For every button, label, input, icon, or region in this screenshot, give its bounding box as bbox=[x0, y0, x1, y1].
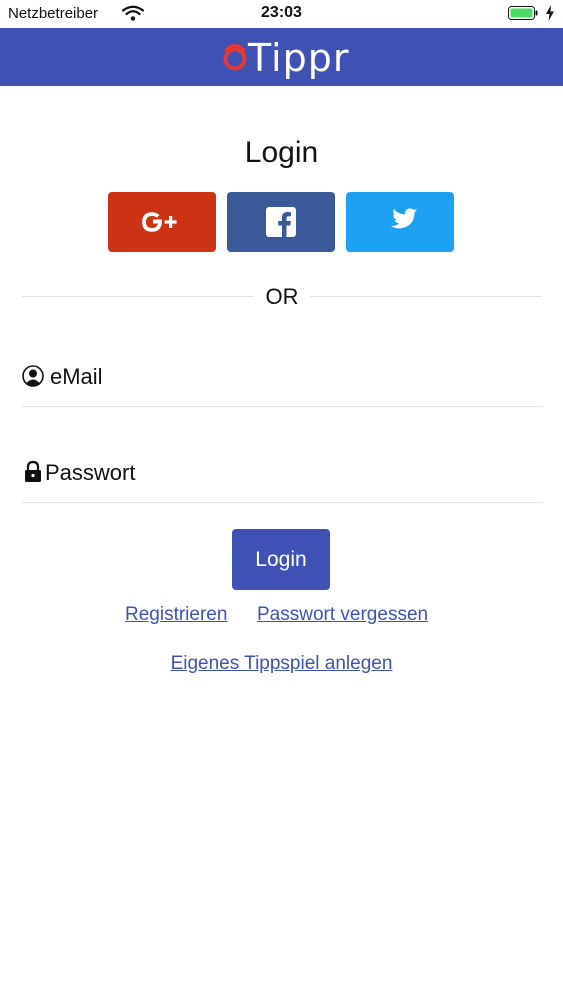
facebook-login-button[interactable] bbox=[227, 192, 335, 252]
email-field[interactable]: eMail bbox=[22, 356, 542, 407]
divider-left bbox=[22, 296, 254, 297]
password-field[interactable]: Passwort bbox=[22, 452, 542, 503]
charging-icon bbox=[546, 5, 554, 21]
status-bar: Netzbetreiber 23:03 bbox=[0, 0, 563, 28]
app-name: Tippr bbox=[248, 36, 350, 80]
facebook-icon bbox=[266, 207, 296, 237]
or-divider-text: OR bbox=[265, 284, 299, 309]
forgot-password-link[interactable]: Passwort vergessen bbox=[257, 604, 428, 626]
email-placeholder: eMail bbox=[50, 364, 103, 389]
create-own-game-link[interactable]: Eigenes Tippspiel anlegen bbox=[0, 653, 563, 675]
user-icon bbox=[22, 365, 44, 387]
password-placeholder: Passwort bbox=[45, 460, 136, 485]
login-button[interactable]: Login bbox=[232, 529, 330, 590]
twitter-login-button[interactable] bbox=[346, 192, 454, 252]
google-login-button[interactable] bbox=[108, 192, 216, 252]
app-logo: Tippr bbox=[220, 36, 350, 80]
clock: 23:03 bbox=[261, 4, 302, 21]
logo-mark-icon bbox=[223, 44, 247, 71]
battery-icon bbox=[508, 6, 538, 20]
twitter-icon bbox=[390, 208, 418, 229]
google-plus-icon bbox=[142, 212, 177, 232]
divider-right bbox=[310, 296, 542, 297]
page-title: Login bbox=[244, 136, 319, 169]
lock-icon bbox=[25, 460, 41, 482]
register-link[interactable]: Registrieren bbox=[125, 604, 227, 626]
